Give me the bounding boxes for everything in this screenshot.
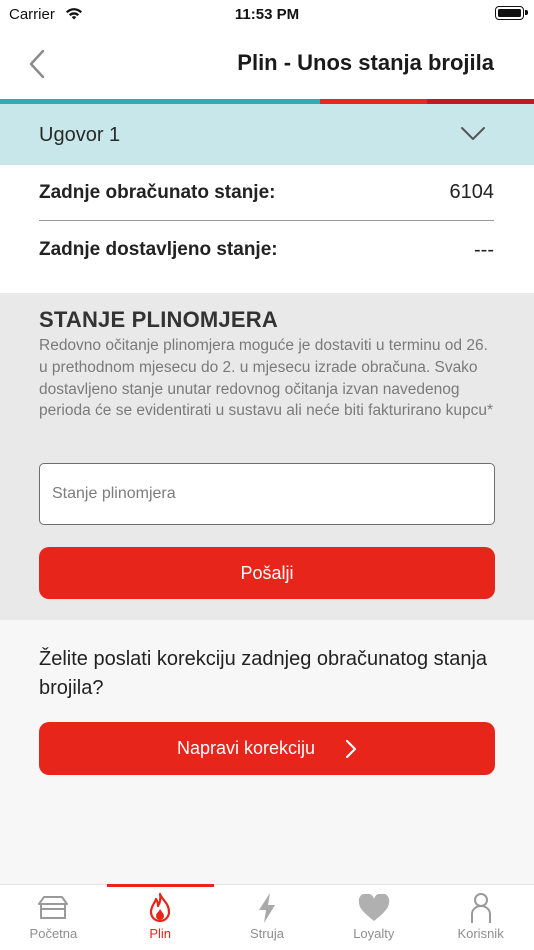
back-button[interactable]	[22, 46, 52, 82]
meter-reading-input[interactable]	[39, 463, 495, 525]
tab-label: Loyalty	[353, 926, 395, 941]
tab-label: Početna	[29, 926, 78, 941]
chevron-left-icon	[29, 49, 45, 79]
submit-button[interactable]: Pošalji	[39, 547, 495, 599]
tab-label: Struja	[250, 926, 284, 941]
last-billed-value: 6104	[449, 181, 495, 203]
make-correction-label: Napravi korekciju	[176, 738, 316, 758]
tab-label: Plin	[149, 926, 172, 941]
chevron-down-icon	[460, 126, 486, 147]
meter-reading-section: STANJE PLINOMJERA Redovno očitanje plino…	[0, 293, 534, 620]
section-title: STANJE PLINOMJERA	[39, 307, 278, 332]
status-time: 11:53 PM	[234, 6, 300, 23]
chevron-right-icon	[345, 739, 357, 759]
tab-loyalty[interactable]: Loyalty	[320, 885, 427, 950]
contract-label: Ugovor 1	[39, 124, 121, 146]
flame-icon	[147, 892, 173, 924]
home-box-icon	[36, 892, 70, 924]
tab-pocetna[interactable]: Početna	[0, 885, 107, 950]
meter-summary: Zadnje obračunato stanje: 6104 Zadnje do…	[0, 165, 534, 293]
navigation-bar: Plin - Unos stanja brojila	[0, 30, 534, 99]
last-submitted-value: ---	[474, 238, 494, 261]
contract-selector[interactable]: Ugovor 1	[0, 104, 534, 165]
last-billed-label: Zadnje obračunato stanje:	[39, 181, 276, 203]
tab-struja[interactable]: Struja	[214, 885, 321, 950]
page-title: Plin - Unos stanja brojila	[237, 50, 494, 75]
battery-icon	[495, 6, 528, 20]
lightning-icon	[256, 892, 278, 924]
tab-label: Korisnik	[457, 926, 504, 941]
tab-bar: Početna Plin Struja Loyalty Korisnik	[0, 884, 534, 950]
last-submitted-row: Zadnje dostavljeno stanje: ---	[39, 222, 494, 278]
correction-question: Želite poslati korekciju zadnjeg obračun…	[39, 648, 488, 699]
user-icon	[469, 892, 493, 924]
section-description: Redovno očitanje plinomjera moguće je do…	[39, 337, 494, 420]
make-correction-button[interactable]: Napravi korekciju	[39, 722, 495, 775]
tab-korisnik[interactable]: Korisnik	[427, 885, 534, 950]
last-billed-row: Zadnje obračunato stanje: 6104	[39, 165, 494, 221]
tab-plin[interactable]: Plin	[106, 884, 214, 950]
last-submitted-label: Zadnje dostavljeno stanje:	[39, 239, 278, 260]
status-bar: Carrier 11:53 PM	[0, 0, 534, 30]
heart-icon	[358, 892, 390, 924]
